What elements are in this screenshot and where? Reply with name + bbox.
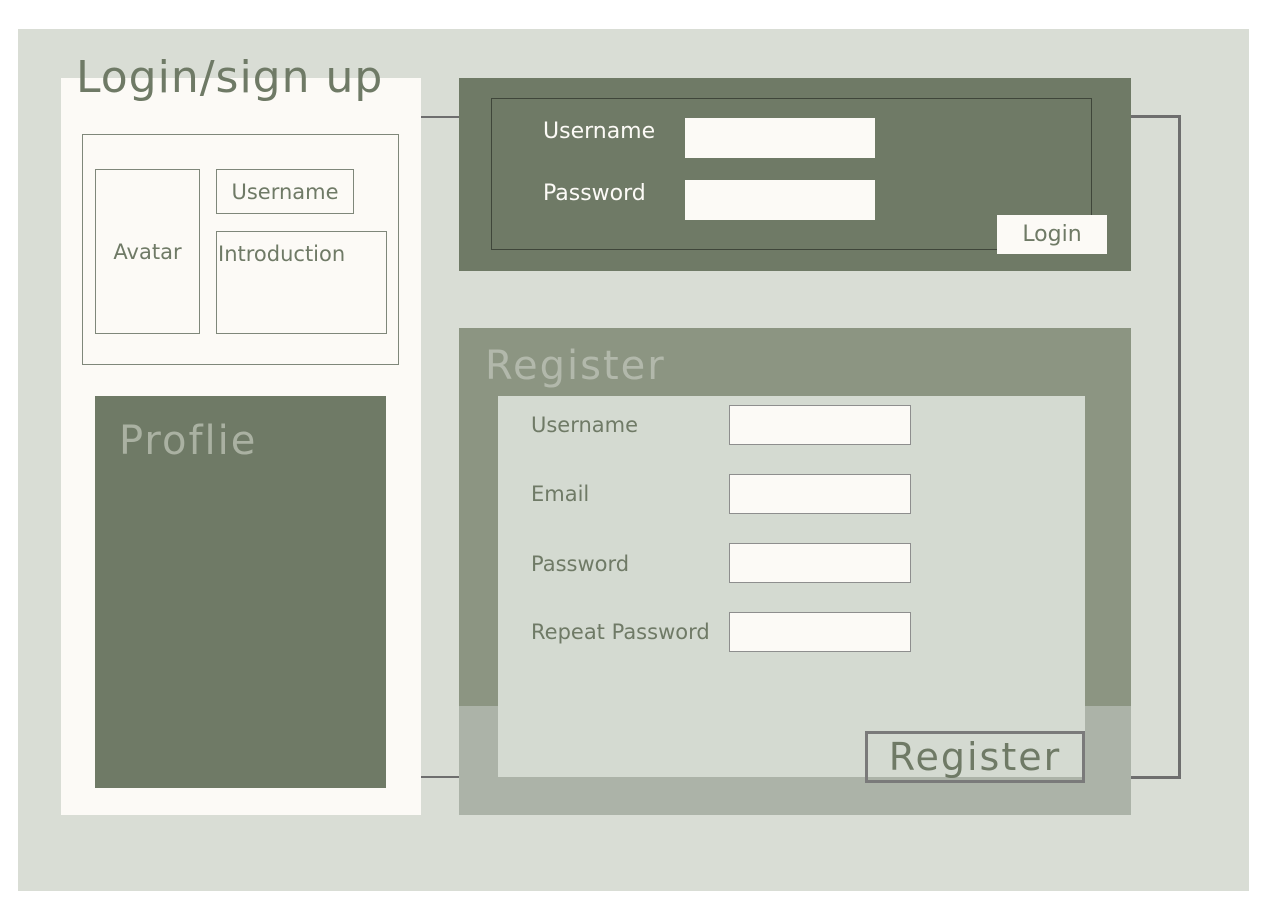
login-password-input[interactable] xyxy=(685,180,875,220)
login-panel: Username Password Login xyxy=(459,78,1131,271)
register-password-input[interactable] xyxy=(729,543,911,583)
avatar-label: Avatar xyxy=(113,239,182,264)
register-username-input[interactable] xyxy=(729,405,911,445)
login-password-label: Password xyxy=(543,181,646,206)
register-repeat-password-label: Repeat Password xyxy=(531,620,710,644)
connector-line-top-left xyxy=(421,116,459,118)
register-title: Register xyxy=(485,343,666,389)
profile-title: Proflie xyxy=(119,418,258,464)
login-form: Username Password Login xyxy=(491,98,1107,254)
login-button[interactable]: Login xyxy=(997,215,1107,254)
profile-username-label: Username xyxy=(231,179,339,204)
profile-introduction-label: Introduction xyxy=(218,242,346,266)
register-form: Username Email Password Repeat Password xyxy=(498,396,1085,777)
avatar[interactable]: Avatar xyxy=(95,169,200,334)
profile-introduction: Introduction xyxy=(216,231,387,334)
connector-line-bottom-right xyxy=(1131,776,1181,779)
profile-panel: Proflie xyxy=(95,396,386,788)
login-username-label: Username xyxy=(543,119,656,144)
register-button[interactable]: Register xyxy=(865,731,1085,783)
page-title: Login/sign up xyxy=(76,52,384,103)
connector-line-bottom-left xyxy=(421,776,459,778)
login-username-input[interactable] xyxy=(685,118,875,158)
connector-line-top-right xyxy=(1131,115,1181,118)
register-username-label: Username xyxy=(531,413,639,437)
connector-line-right-vertical xyxy=(1178,115,1181,779)
register-email-label: Email xyxy=(531,482,590,506)
register-email-input[interactable] xyxy=(729,474,911,514)
register-repeat-password-input[interactable] xyxy=(729,612,911,652)
profile-username: Username xyxy=(216,169,354,214)
register-password-label: Password xyxy=(531,552,630,576)
